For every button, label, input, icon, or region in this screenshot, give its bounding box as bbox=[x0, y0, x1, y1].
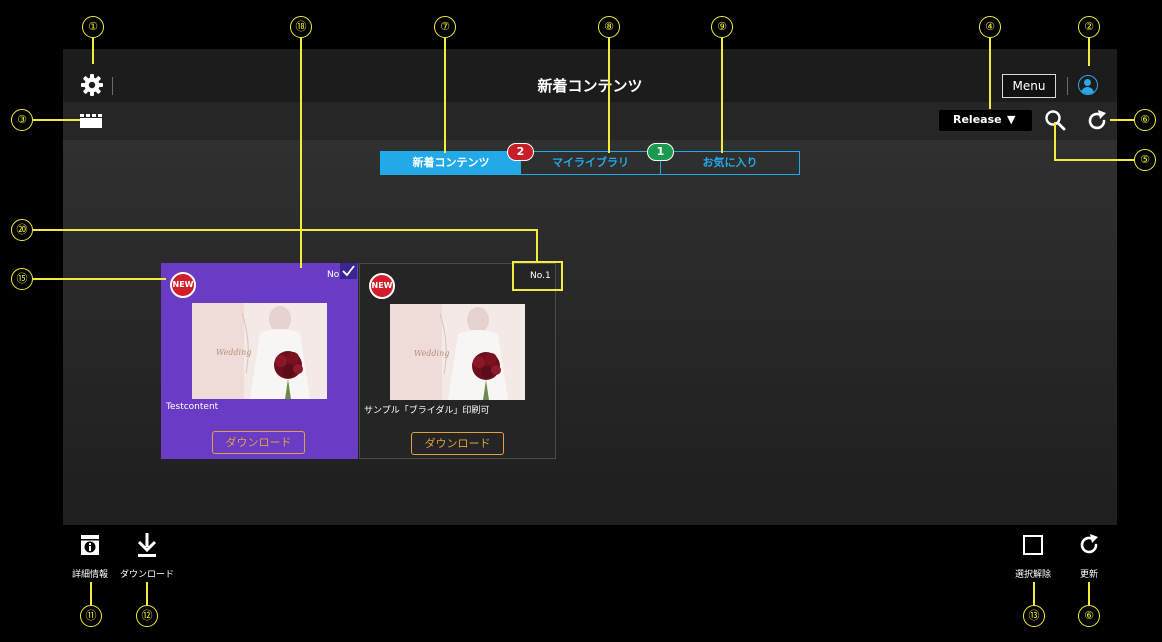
annotation-marker: ② bbox=[1078, 16, 1100, 38]
annotation-marker: ⑱ bbox=[290, 16, 312, 38]
annotation-marker: ⑳ bbox=[11, 219, 33, 241]
annotation-marker: ⑥ bbox=[1078, 605, 1100, 627]
annotation-marker: ⑦ bbox=[434, 16, 456, 38]
annotation-marker: ⑥ bbox=[1134, 109, 1156, 131]
annotation-marker: ⑧ bbox=[598, 16, 620, 38]
annotation-marker: ⑨ bbox=[711, 16, 733, 38]
annotation-marker: ⑫ bbox=[136, 605, 158, 627]
annotation-marker: ⑪ bbox=[80, 605, 102, 627]
annotation-marker: ⑮ bbox=[11, 268, 33, 290]
annotation-marker: ④ bbox=[979, 16, 1001, 38]
annotation-marker: ⑬ bbox=[1023, 605, 1045, 627]
annotation-callout-lines bbox=[33, 38, 1134, 605]
annotation-marker: ⑤ bbox=[1134, 149, 1156, 171]
annotation-marker: ① bbox=[82, 16, 104, 38]
annotation-marker: ③ bbox=[11, 109, 33, 131]
